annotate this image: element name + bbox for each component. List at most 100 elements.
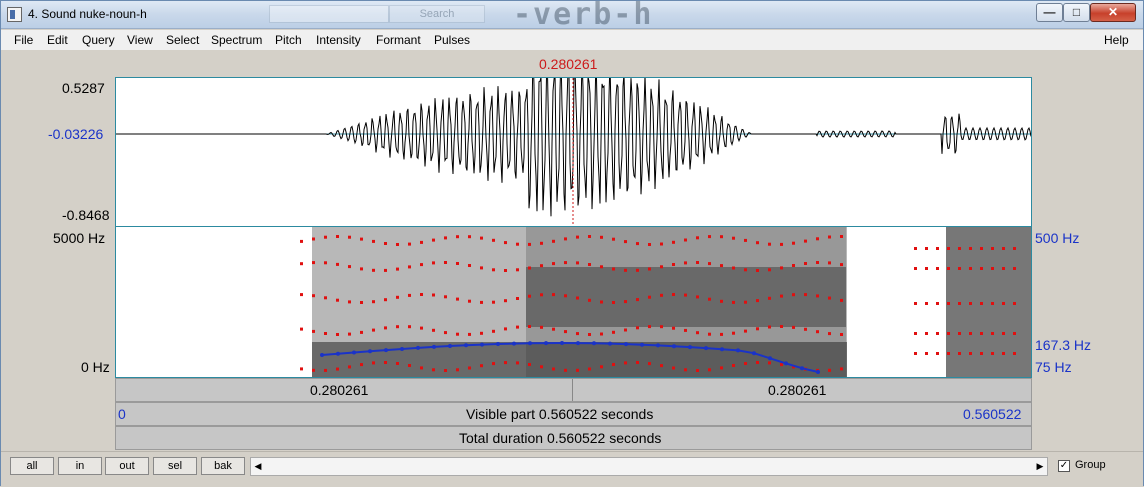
maximize-button[interactable]: □ — [1063, 3, 1090, 22]
total-duration-bar[interactable]: Total duration 0.560522 seconds — [115, 426, 1032, 450]
formant-point — [1002, 267, 1005, 270]
menu-pulses[interactable]: Pulses — [434, 33, 470, 47]
formant-point — [792, 325, 795, 329]
zoom-in-button[interactable]: in — [58, 457, 102, 475]
formant-point — [588, 367, 591, 371]
pitch-point — [496, 342, 500, 346]
formant-point — [1013, 267, 1016, 270]
formant-point — [468, 366, 471, 370]
formant-point — [792, 293, 795, 297]
formant-point — [576, 296, 579, 300]
all-button[interactable]: all — [10, 457, 54, 475]
minimize-button[interactable]: — — [1036, 3, 1063, 22]
formant-point — [660, 364, 663, 368]
formant-point — [991, 352, 994, 355]
menu-file[interactable]: File — [14, 33, 33, 47]
formant-point — [684, 261, 687, 265]
time-bar[interactable]: 0.280261 0.280261 — [115, 378, 1032, 402]
pitch-point — [816, 370, 820, 374]
pitch-point — [736, 348, 740, 353]
formant-point — [300, 327, 303, 331]
formant-point — [840, 235, 843, 238]
formant-point — [492, 329, 495, 333]
formant-point — [300, 262, 303, 266]
formant-point — [444, 369, 447, 372]
formant-point — [648, 362, 651, 366]
zoom-selection-button[interactable]: sel — [153, 457, 197, 475]
pitch-top-label: 500 Hz — [1035, 230, 1080, 246]
scroll-left-icon[interactable]: ◀ — [252, 458, 264, 475]
formant-point — [969, 352, 972, 355]
menu-edit[interactable]: Edit — [47, 33, 68, 47]
formant-point — [372, 268, 375, 272]
formant-point — [744, 300, 747, 304]
formant-point — [732, 236, 735, 240]
formant-point — [925, 267, 928, 270]
maximize-icon: □ — [1072, 5, 1081, 19]
formant-point — [828, 235, 831, 239]
menu-help[interactable]: Help — [1104, 33, 1129, 47]
formant-point — [504, 361, 507, 365]
formant-point — [312, 368, 315, 372]
window-title: 4. Sound nuke-noun-h — [28, 7, 147, 21]
formant-point — [456, 332, 459, 336]
formant-point — [372, 239, 375, 243]
formant-point — [1002, 352, 1005, 355]
zoom-out-button[interactable]: out — [105, 457, 149, 475]
menu-formant[interactable]: Formant — [376, 33, 421, 47]
formant-point — [780, 325, 783, 328]
background-window-title: -verb-h — [513, 0, 654, 32]
scroll-right-icon[interactable]: ▶ — [1034, 458, 1046, 475]
formant-point — [528, 242, 531, 246]
formant-point — [564, 261, 567, 265]
formant-point — [756, 241, 759, 245]
formant-point — [969, 332, 972, 335]
formant-point — [624, 300, 627, 304]
pitch-point — [432, 344, 436, 349]
background-window-input: Search — [389, 5, 485, 23]
menu-intensity[interactable]: Intensity — [316, 33, 361, 47]
close-button[interactable]: ✕ — [1090, 3, 1136, 22]
formant-point — [648, 243, 651, 246]
visible-part-bar[interactable]: 0 Visible part 0.560522 seconds 0.560522 — [115, 402, 1032, 426]
formant-point — [947, 267, 950, 270]
horizontal-scrollbar[interactable]: ◀ ▶ — [250, 457, 1048, 476]
formant-point — [312, 329, 315, 333]
formant-point — [516, 361, 519, 365]
formant-point — [744, 268, 747, 272]
formant-point — [516, 297, 519, 300]
menu-view[interactable]: View — [127, 33, 153, 47]
menu-select[interactable]: Select — [166, 33, 199, 47]
pitch-point — [528, 341, 532, 346]
cursor-time-label: 0.280261 — [539, 56, 598, 72]
spectrogram-panel[interactable] — [115, 227, 1032, 378]
formant-point — [360, 363, 363, 367]
pitch-point — [352, 350, 356, 355]
formant-point — [980, 302, 983, 305]
formant-point — [756, 299, 759, 303]
spectrogram-min-label: 0 Hz — [81, 359, 110, 375]
waveform-panel[interactable] — [115, 47, 1032, 227]
formant-point — [684, 293, 687, 297]
formant-point — [324, 261, 327, 265]
formant-point — [504, 327, 507, 331]
title-bar[interactable]: 4. Sound nuke-noun-h Search -verb-h — □ … — [1, 0, 1143, 32]
formant-point — [504, 269, 507, 272]
formant-point — [732, 300, 735, 304]
formant-point — [756, 327, 759, 331]
formant-point — [408, 293, 411, 297]
formant-point — [360, 237, 363, 241]
minimize-icon: — — [1043, 5, 1056, 19]
formant-point — [396, 267, 399, 271]
formant-point — [720, 235, 723, 239]
menu-pitch[interactable]: Pitch — [275, 33, 302, 47]
zoom-back-button[interactable]: bak — [201, 457, 245, 475]
formant-point — [480, 236, 483, 240]
formant-band-strong — [526, 267, 846, 327]
menu-query[interactable]: Query — [82, 33, 115, 47]
formant-point — [936, 267, 939, 270]
formant-point — [708, 262, 711, 266]
menu-spectrum[interactable]: Spectrum — [211, 33, 262, 47]
formant-point — [336, 298, 339, 302]
group-checkbox[interactable]: ✓ — [1058, 460, 1070, 472]
